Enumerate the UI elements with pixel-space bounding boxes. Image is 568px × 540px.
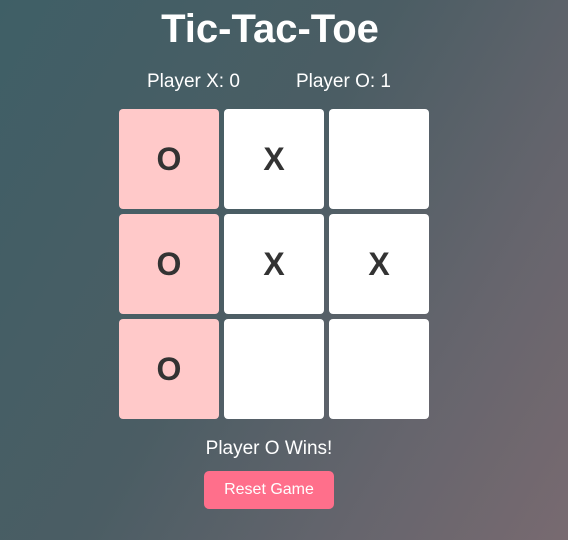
board-cell-8[interactable]	[224, 319, 324, 419]
board-cell-3[interactable]	[329, 109, 429, 209]
board-cell-2[interactable]: X	[224, 109, 324, 209]
scoreboard: Player X: 0 Player O: 1	[0, 71, 538, 93]
player-o-score: Player O: 1	[295, 71, 391, 92]
board-cell-9[interactable]	[329, 319, 429, 419]
board-cell-7[interactable]: O	[119, 319, 219, 419]
board-cell-4[interactable]: O	[119, 214, 219, 314]
game-board: O X O X X O	[119, 109, 429, 419]
board-cell-1[interactable]: O	[119, 109, 219, 209]
reset-game-button[interactable]: Reset Game	[204, 471, 334, 509]
board-cell-6[interactable]: X	[329, 214, 429, 314]
player-x-score: Player X: 0	[147, 71, 240, 92]
game-status: Player O Wins!	[205, 438, 333, 459]
board-cell-5[interactable]: X	[224, 214, 324, 314]
game-title: Tic-Tac-Toe	[161, 7, 379, 51]
